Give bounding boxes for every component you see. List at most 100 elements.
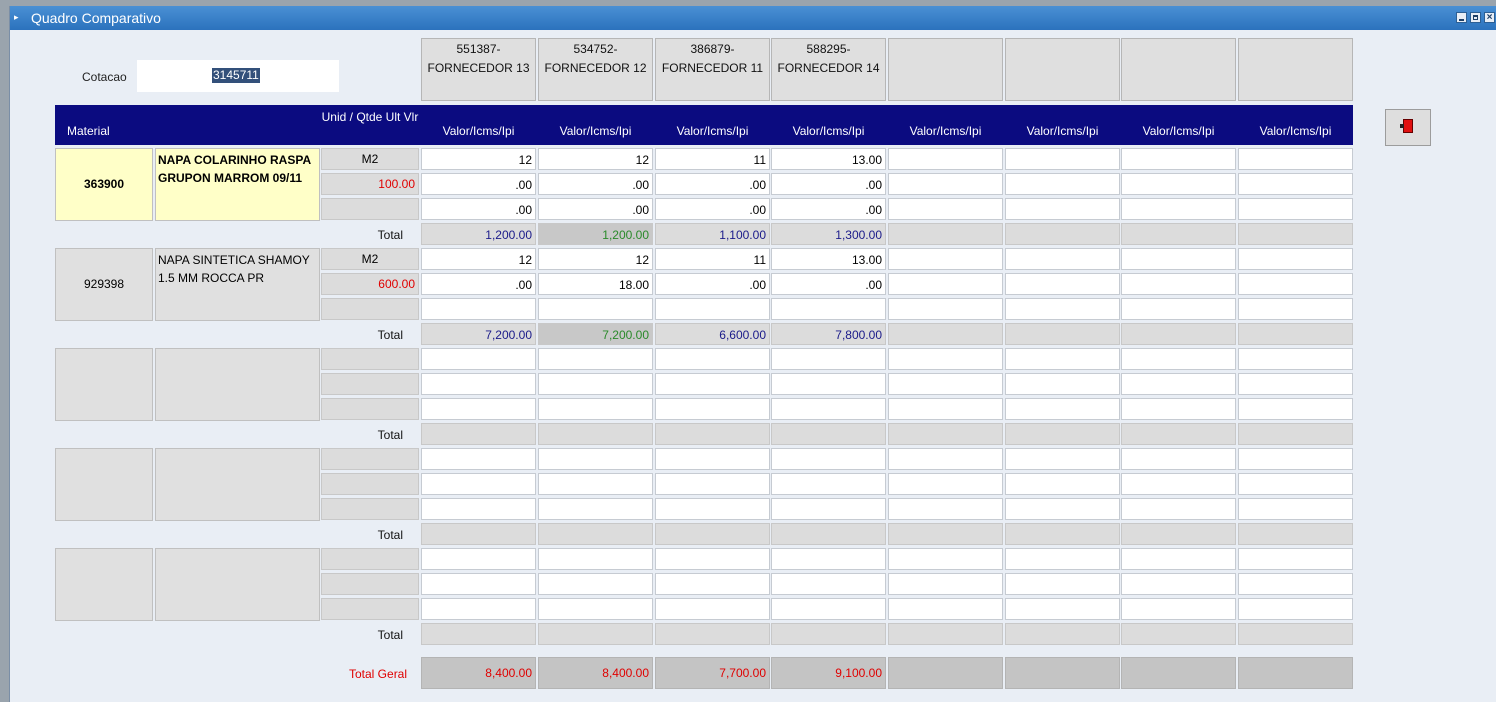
ipi-input[interactable] bbox=[538, 498, 653, 520]
ipi-input[interactable] bbox=[655, 298, 770, 320]
valor-input[interactable] bbox=[1238, 548, 1353, 570]
valor-input[interactable] bbox=[655, 448, 770, 470]
ipi-input[interactable] bbox=[1005, 598, 1120, 620]
exit-button[interactable] bbox=[1385, 109, 1431, 146]
ipi-input[interactable] bbox=[1238, 598, 1353, 620]
valor-input[interactable] bbox=[1005, 448, 1120, 470]
valor-input[interactable] bbox=[421, 548, 536, 570]
icms-input[interactable]: .00 bbox=[655, 273, 770, 295]
ipi-input[interactable] bbox=[771, 398, 886, 420]
ipi-input[interactable] bbox=[771, 598, 886, 620]
icms-input[interactable] bbox=[771, 573, 886, 595]
ipi-input[interactable]: .00 bbox=[771, 198, 886, 220]
valor-input[interactable] bbox=[655, 348, 770, 370]
ipi-input[interactable] bbox=[538, 598, 653, 620]
icms-input[interactable]: 18.00 bbox=[538, 273, 653, 295]
icms-input[interactable] bbox=[421, 373, 536, 395]
ipi-input[interactable] bbox=[655, 498, 770, 520]
cotacao-input[interactable]: 3145711 bbox=[137, 60, 339, 92]
ipi-input[interactable] bbox=[421, 398, 536, 420]
valor-input[interactable]: 11 bbox=[655, 248, 770, 270]
valor-input[interactable] bbox=[1238, 448, 1353, 470]
icms-input[interactable] bbox=[888, 173, 1003, 195]
ipi-input[interactable] bbox=[771, 298, 886, 320]
valor-input[interactable] bbox=[771, 348, 886, 370]
icms-input[interactable] bbox=[1005, 573, 1120, 595]
close-button[interactable]: × bbox=[1484, 12, 1495, 23]
valor-input[interactable] bbox=[538, 548, 653, 570]
valor-input[interactable]: 11 bbox=[655, 148, 770, 170]
ipi-input[interactable] bbox=[1121, 198, 1236, 220]
icms-input[interactable] bbox=[1005, 473, 1120, 495]
icms-input[interactable] bbox=[1005, 373, 1120, 395]
valor-input[interactable] bbox=[1121, 248, 1236, 270]
valor-input[interactable] bbox=[1005, 248, 1120, 270]
valor-input[interactable] bbox=[1238, 148, 1353, 170]
ipi-input[interactable] bbox=[888, 598, 1003, 620]
icms-input[interactable] bbox=[1121, 573, 1236, 595]
icms-input[interactable]: .00 bbox=[771, 273, 886, 295]
ipi-input[interactable] bbox=[771, 498, 886, 520]
ipi-input[interactable] bbox=[421, 598, 536, 620]
icms-input[interactable] bbox=[1121, 373, 1236, 395]
valor-input[interactable]: 13.00 bbox=[771, 248, 886, 270]
ipi-input[interactable] bbox=[538, 398, 653, 420]
icms-input[interactable] bbox=[538, 373, 653, 395]
icms-input[interactable] bbox=[655, 573, 770, 595]
icms-input[interactable] bbox=[1005, 173, 1120, 195]
icms-input[interactable] bbox=[421, 473, 536, 495]
ipi-input[interactable] bbox=[888, 298, 1003, 320]
icms-input[interactable] bbox=[888, 273, 1003, 295]
ipi-input[interactable] bbox=[888, 398, 1003, 420]
icms-input[interactable] bbox=[1121, 173, 1236, 195]
icms-input[interactable] bbox=[655, 473, 770, 495]
ipi-input[interactable] bbox=[421, 298, 536, 320]
valor-input[interactable] bbox=[1121, 348, 1236, 370]
valor-input[interactable]: 13.00 bbox=[771, 148, 886, 170]
valor-input[interactable] bbox=[538, 448, 653, 470]
icms-input[interactable] bbox=[1238, 473, 1353, 495]
valor-input[interactable] bbox=[1238, 348, 1353, 370]
valor-input[interactable] bbox=[1005, 148, 1120, 170]
valor-input[interactable] bbox=[421, 348, 536, 370]
ipi-input[interactable] bbox=[1121, 398, 1236, 420]
icms-input[interactable] bbox=[771, 473, 886, 495]
icms-input[interactable] bbox=[421, 573, 536, 595]
icms-input[interactable] bbox=[655, 373, 770, 395]
valor-input[interactable] bbox=[421, 448, 536, 470]
valor-input[interactable] bbox=[1238, 248, 1353, 270]
ipi-input[interactable] bbox=[888, 198, 1003, 220]
minimize-button[interactable] bbox=[1456, 12, 1467, 23]
valor-input[interactable] bbox=[538, 348, 653, 370]
icms-input[interactable] bbox=[1121, 473, 1236, 495]
valor-input[interactable] bbox=[1005, 548, 1120, 570]
icms-input[interactable] bbox=[888, 373, 1003, 395]
ipi-input[interactable] bbox=[421, 498, 536, 520]
material-code[interactable] bbox=[55, 548, 153, 621]
icms-input[interactable] bbox=[771, 373, 886, 395]
ipi-input[interactable] bbox=[655, 598, 770, 620]
material-code[interactable]: 929398 bbox=[55, 248, 153, 321]
valor-input[interactable] bbox=[888, 448, 1003, 470]
valor-input[interactable] bbox=[655, 548, 770, 570]
valor-input[interactable] bbox=[888, 248, 1003, 270]
valor-input[interactable] bbox=[771, 448, 886, 470]
ipi-input[interactable] bbox=[1238, 398, 1353, 420]
icms-input[interactable]: .00 bbox=[655, 173, 770, 195]
valor-input[interactable]: 12 bbox=[421, 248, 536, 270]
material-code[interactable] bbox=[55, 348, 153, 421]
icms-input[interactable] bbox=[1005, 273, 1120, 295]
ipi-input[interactable] bbox=[1121, 598, 1236, 620]
ipi-input[interactable] bbox=[1005, 298, 1120, 320]
ipi-input[interactable] bbox=[538, 298, 653, 320]
ipi-input[interactable] bbox=[888, 498, 1003, 520]
ipi-input[interactable] bbox=[1238, 298, 1353, 320]
valor-input[interactable]: 12 bbox=[421, 148, 536, 170]
icms-input[interactable] bbox=[1121, 273, 1236, 295]
icms-input[interactable]: .00 bbox=[771, 173, 886, 195]
icms-input[interactable] bbox=[1238, 573, 1353, 595]
ipi-input[interactable] bbox=[1121, 298, 1236, 320]
icms-input[interactable] bbox=[1238, 173, 1353, 195]
material-code[interactable]: 363900 bbox=[55, 148, 153, 221]
icms-input[interactable] bbox=[538, 473, 653, 495]
